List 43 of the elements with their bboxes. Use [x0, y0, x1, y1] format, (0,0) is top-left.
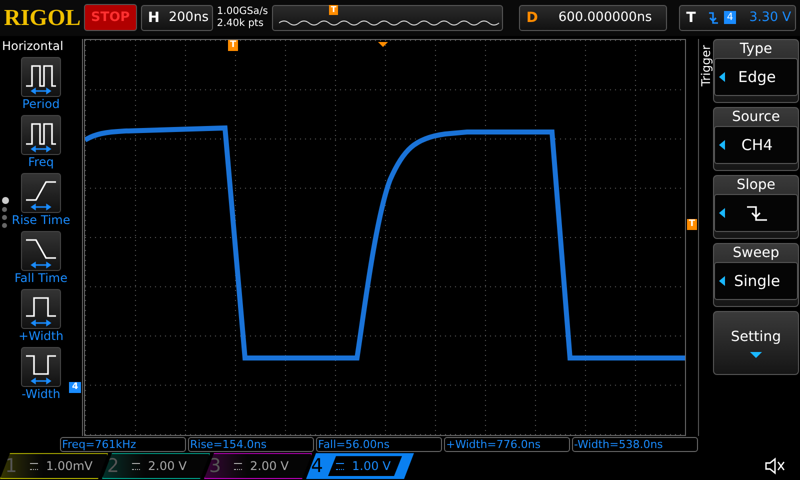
- trigger-level: 3.30 V: [749, 10, 792, 26]
- measurement-readout: -Width=538.0ns: [572, 437, 698, 452]
- delay-display[interactable]: D 600.000000ns: [519, 4, 668, 31]
- menu-button[interactable]: Type Edge: [713, 38, 799, 103]
- menu-button[interactable]: Setting: [713, 310, 799, 375]
- measurement-readout: Fall=56.00ns: [316, 437, 442, 452]
- channel-tab[interactable]: 3 2.00 V: [204, 453, 312, 480]
- menu-button[interactable]: Source CH4: [713, 106, 799, 171]
- value-field[interactable]: CH4: [714, 126, 798, 164]
- menu-label: Slope: [736, 176, 776, 194]
- channel-tab[interactable]: 2 2.00 V: [102, 453, 210, 480]
- trigger-position-marker: T: [328, 4, 338, 15]
- value-field[interactable]: Edge: [714, 58, 798, 96]
- measurement-readout: Freq=761kHz: [60, 437, 186, 452]
- measure-label: Rise Time: [12, 212, 70, 227]
- measurement-readout: +Width=776.0ns: [444, 437, 570, 452]
- trigger-status[interactable]: T 4 3.30 V: [679, 4, 796, 31]
- measurement-readout: Rise=154.0ns: [188, 437, 314, 452]
- trigger-label: T: [685, 10, 697, 26]
- sample-rate: 1.00GSa/s: [216, 6, 268, 18]
- menu-label: Setting: [730, 328, 782, 346]
- menu-label: Sweep: [732, 244, 780, 262]
- channel-tab[interactable]: 1 1.00mV: [0, 453, 108, 480]
- menu-button[interactable]: Sweep Single: [713, 242, 799, 307]
- value-field[interactable]: Single: [714, 262, 798, 300]
- trigger-position-marker: T: [228, 40, 238, 51]
- trigger-level-marker: T: [686, 218, 697, 230]
- menu-label: Type: [740, 40, 772, 58]
- brand-logo: RIGOL: [4, 4, 80, 31]
- menu-title: Horizontal: [1, 38, 64, 53]
- measure-label: -Width: [22, 386, 60, 401]
- trigger-source-badge: 4: [724, 11, 736, 24]
- channel-marker: 4: [69, 382, 82, 393]
- measure-label: Period: [22, 96, 60, 111]
- measure-label: +Width: [18, 328, 64, 343]
- channel-tab[interactable]: 4 1.00 V: [306, 453, 414, 480]
- menu-button[interactable]: Slope: [713, 174, 799, 239]
- measure-label: Fall Time: [14, 270, 68, 285]
- measure-label: Freq: [28, 154, 54, 169]
- menu-title: Trigger: [699, 44, 713, 86]
- menu-label: Source: [732, 108, 780, 126]
- timebase-display[interactable]: H 200ns: [140, 4, 213, 31]
- memory-depth: 2.40k pts: [216, 18, 265, 30]
